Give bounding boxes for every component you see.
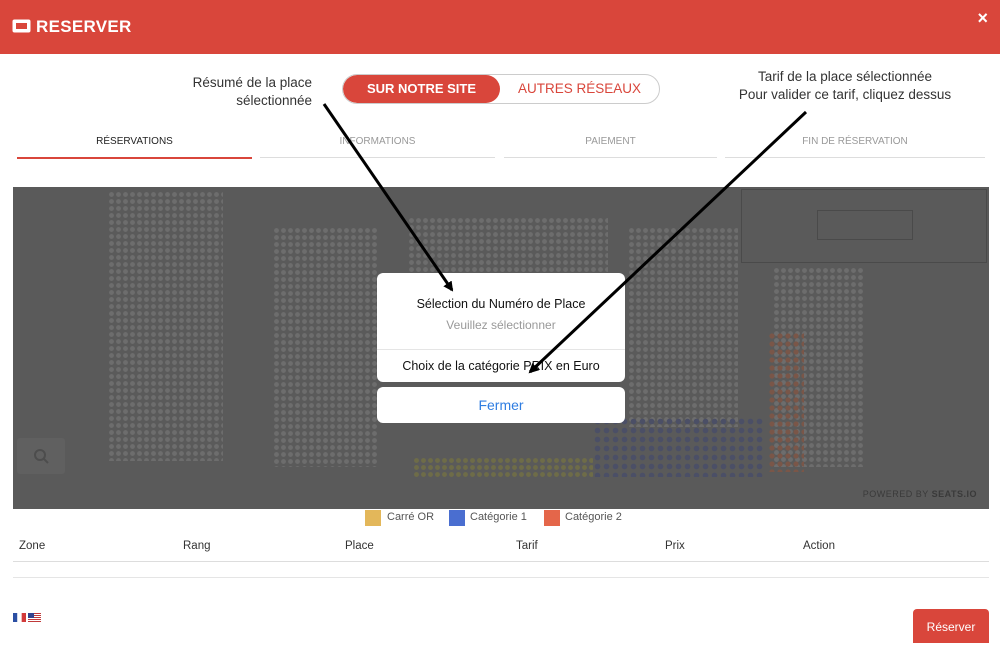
- reserve-button[interactable]: Réserver: [913, 609, 989, 643]
- french-flag-icon[interactable]: [13, 613, 26, 622]
- column-rang: Rang: [183, 540, 211, 552]
- arrow-left: [322, 103, 454, 292]
- legend-swatch: [449, 510, 465, 526]
- legend-swatch: [544, 510, 560, 526]
- reservation-table-header: Zone Rang Place Tarif Prix Action: [13, 531, 989, 562]
- column-prix: Prix: [665, 540, 685, 552]
- column-action: Action: [803, 540, 835, 552]
- column-place: Place: [345, 540, 374, 552]
- us-flag-icon[interactable]: [28, 613, 41, 622]
- table-row: [13, 561, 989, 578]
- column-tarif: Tarif: [516, 540, 538, 552]
- legend-swatch: [365, 510, 381, 526]
- column-zone: Zone: [19, 540, 46, 552]
- arrow-right: [528, 110, 808, 374]
